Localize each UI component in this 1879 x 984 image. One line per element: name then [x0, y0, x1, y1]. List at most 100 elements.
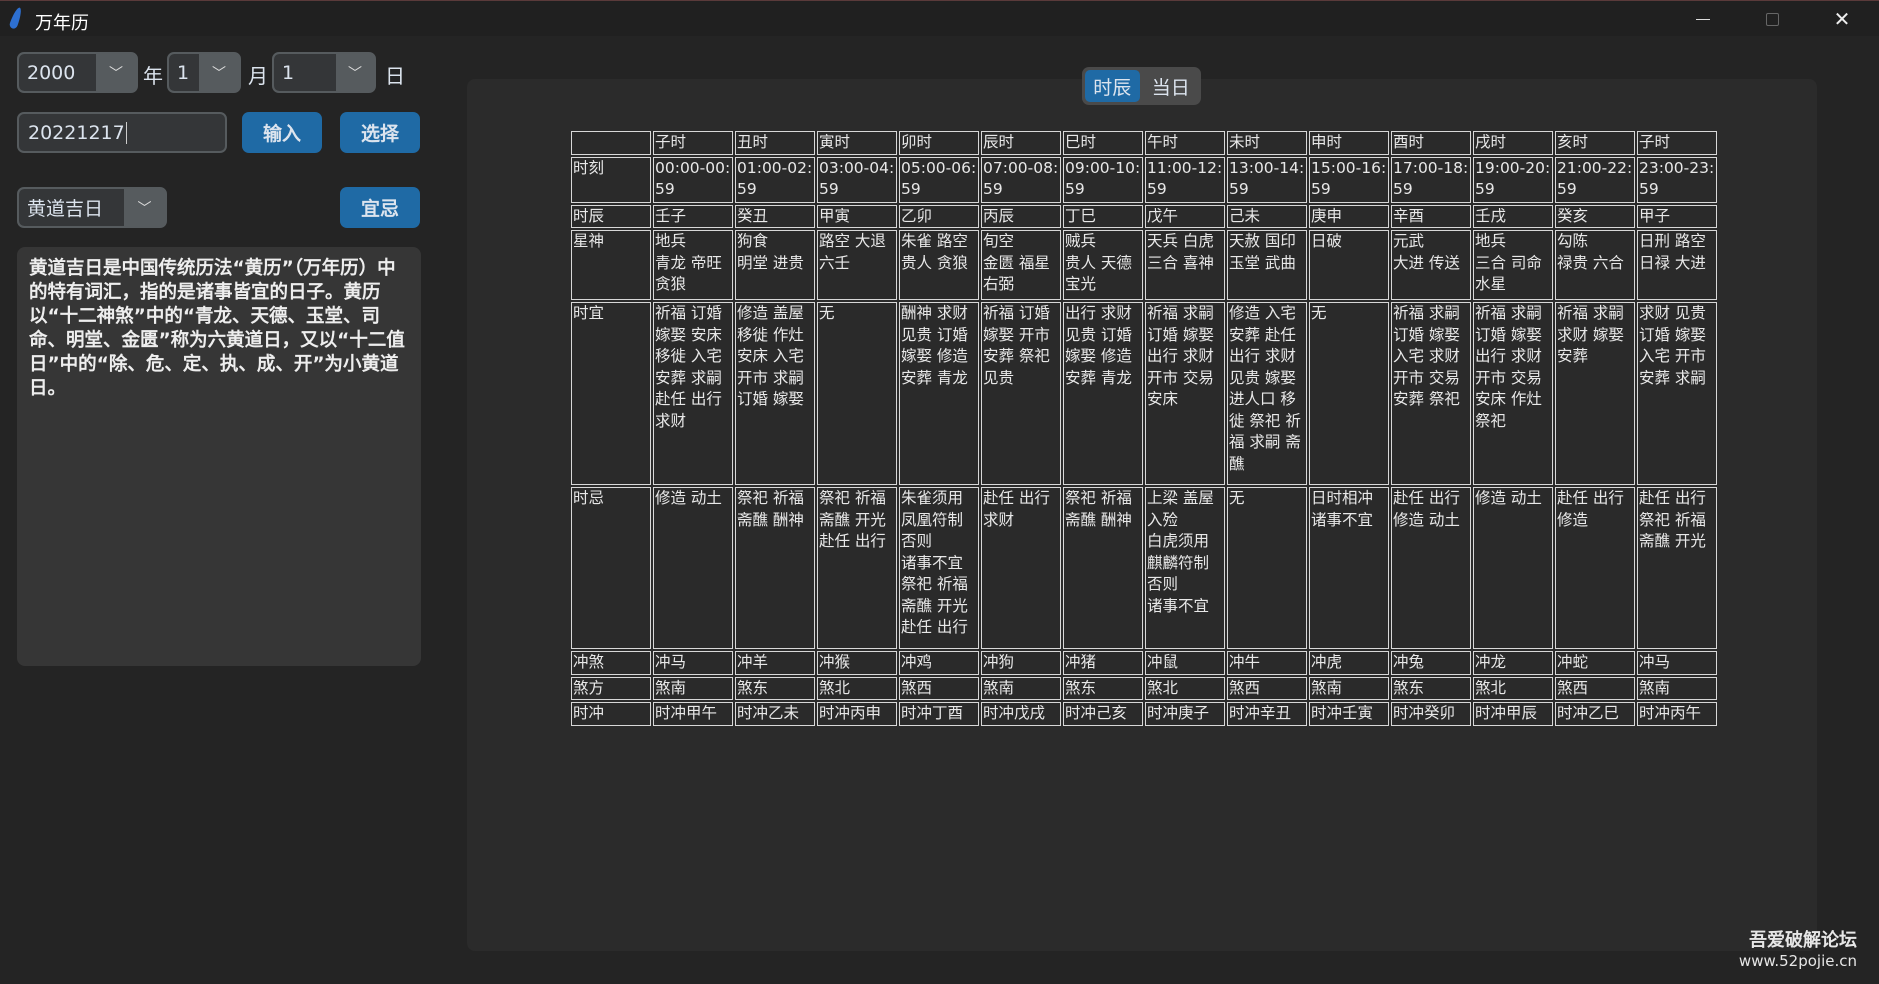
row-label: 时冲 — [571, 702, 651, 726]
table-cell: 时冲庚子 — [1145, 702, 1225, 726]
chevron-down-icon[interactable]: ﹀ — [336, 54, 374, 91]
column-header: 巳时 — [1063, 131, 1143, 155]
month-select[interactable]: 1 ﹀ — [167, 52, 241, 93]
input-button[interactable]: 输入 — [242, 112, 322, 153]
row-label: 煞方 — [571, 676, 651, 700]
table-cell: 05:00-06:59 — [899, 156, 979, 203]
yiji-button[interactable]: 宜忌 — [340, 187, 420, 228]
table-cell: 赴任 出行 求财 — [981, 487, 1061, 649]
column-header: 亥时 — [1555, 131, 1635, 155]
maximize-button[interactable] — [1742, 1, 1802, 37]
column-header: 子时 — [1637, 131, 1717, 155]
table-cell: 祈福 订婚 嫁娶 开市 安葬 祭祀 见贵 — [981, 302, 1061, 485]
column-header: 戌时 — [1473, 131, 1553, 155]
table-cell: 煞南 — [981, 676, 1061, 700]
row-label: 时宜 — [571, 302, 651, 485]
table-cell: 辛酉 — [1391, 204, 1471, 228]
table-cell: 冲马 — [1637, 651, 1717, 675]
column-header: 午时 — [1145, 131, 1225, 155]
table-cell: 时冲甲辰 — [1473, 702, 1553, 726]
day-type-select[interactable]: 黄道吉日 ﹀ — [17, 187, 167, 228]
table-row-ji: 时忌 修造 动土 祭祀 祈福 斋醮 酬神 祭祀 祈福 斋醮 开光 赴任 出行 朱雀须用凤… — [571, 487, 1717, 649]
tab-dangri[interactable]: 当日 — [1144, 70, 1199, 102]
table-cell: 丁巳 — [1063, 204, 1143, 228]
table-cell: 煞西 — [1555, 676, 1635, 700]
chevron-down-icon[interactable]: ﹀ — [96, 54, 136, 91]
table-cell: 时冲丙申 — [817, 702, 897, 726]
view-tabs: 时辰 当日 — [1082, 67, 1201, 105]
table-cell: 上梁 盖屋 入殓 白虎须用麒麟符制否则 诸事不宜 — [1145, 487, 1225, 649]
day-select[interactable]: 1 ﹀ — [272, 52, 376, 93]
table-cell: 11:00-12:59 — [1145, 156, 1225, 203]
table-cell: 元武 大进 传送 — [1391, 230, 1471, 300]
table-row-ganzhi: 时辰 壬子 癸丑 甲寅 乙卯 丙辰 丁巳 戊午 己未 庚申 辛酉 壬戌 癸亥 甲子 — [571, 204, 1717, 228]
table-cell: 地兵 三合 司命 水星 — [1473, 230, 1553, 300]
table-cell: 路空 大退 六壬 — [817, 230, 897, 300]
table-cell: 煞北 — [1145, 676, 1225, 700]
day-type-value: 黄道吉日 — [19, 189, 124, 226]
table-row-stars: 星神 地兵 青龙 帝旺 贪狼 狗食 明堂 进贵 路空 大退 六壬 朱雀 路空 贵人 贪狼… — [571, 230, 1717, 300]
column-header: 未时 — [1227, 131, 1307, 155]
year-select[interactable]: 2000 ﹀ — [17, 52, 138, 93]
table-cell: 甲寅 — [817, 204, 897, 228]
table-cell: 修造 入宅 安葬 赴任 出行 求财 见贵 嫁娶 进人口 移徙 祭祀 祈福 求嗣 … — [1227, 302, 1307, 485]
column-header: 辰时 — [981, 131, 1061, 155]
row-label: 时刻 — [571, 156, 651, 203]
tab-shichen[interactable]: 时辰 — [1085, 70, 1140, 102]
table-cell: 煞东 — [1063, 676, 1143, 700]
table-row-time: 时刻 00:00-00:59 01:00-02:59 03:00-04:59 05:00… — [571, 156, 1717, 203]
minimize-button[interactable] — [1673, 1, 1733, 37]
row-label: 时辰 — [571, 204, 651, 228]
table-row-shafang: 煞方 煞南 煞东 煞北 煞西 煞南 煞东 煞北 煞西 煞南 煞东 煞北 煞西 煞南 — [571, 676, 1717, 700]
column-header: 寅时 — [817, 131, 897, 155]
title-bar: 万年历 ✕ — [0, 0, 1879, 36]
table-cell: 09:00-10:59 — [1063, 156, 1143, 203]
chevron-down-icon[interactable]: ﹀ — [199, 54, 239, 91]
chevron-down-icon[interactable]: ﹀ — [124, 189, 165, 226]
table-row-chongsha: 冲煞 冲马 冲羊 冲猴 冲鸡 冲狗 冲猪 冲鼠 冲牛 冲虎 冲兔 冲龙 冲蛇 冲马 — [571, 651, 1717, 675]
table-cell: 修造 动土 — [1473, 487, 1553, 649]
table-cell: 煞西 — [1227, 676, 1307, 700]
column-header — [571, 131, 651, 155]
table-cell: 日破 — [1309, 230, 1389, 300]
close-button[interactable]: ✕ — [1812, 1, 1872, 37]
column-header: 酉时 — [1391, 131, 1471, 155]
table-cell: 01:00-02:59 — [735, 156, 815, 203]
table-cell: 时冲丁酉 — [899, 702, 979, 726]
table-cell: 时冲乙未 — [735, 702, 815, 726]
date-input[interactable]: 20221217 — [17, 112, 227, 153]
select-button[interactable]: 选择 — [340, 112, 420, 153]
table-cell: 日刑 路空 日禄 大进 — [1637, 230, 1717, 300]
year-unit-label: 年 — [143, 64, 163, 88]
description-textbox[interactable]: 黄道吉日是中国传统历法“黄历”（万年历）中的特有词汇，指的是诸事皆宜的日子。黄历… — [17, 247, 421, 666]
table-cell: 冲猴 — [817, 651, 897, 675]
table-cell: 无 — [817, 302, 897, 485]
watermark: 吾爱破解论坛 www.52pojie.cn — [1739, 926, 1857, 970]
table-cell: 时冲戊戌 — [981, 702, 1061, 726]
maximize-icon — [1765, 12, 1779, 26]
row-label: 时忌 — [571, 487, 651, 649]
table-cell: 出行 求财 见贵 订婚 嫁娶 修造 安葬 青龙 — [1063, 302, 1143, 485]
minimize-icon — [1696, 18, 1710, 20]
watermark-title: 吾爱破解论坛 — [1749, 930, 1857, 951]
hour-almanac-table: 子时 丑时 寅时 卯时 辰时 巳时 午时 未时 申时 酉时 戌时 亥时 子时 时刻 00:00-00:59 0… — [569, 129, 1719, 728]
text-cursor — [125, 121, 127, 144]
table-cell: 朱雀 路空 贵人 贪狼 — [899, 230, 979, 300]
table-cell: 无 — [1227, 487, 1307, 649]
table-cell: 日时相冲诸事不宜 — [1309, 487, 1389, 649]
table-cell: 壬子 — [653, 204, 733, 228]
close-icon: ✕ — [1833, 7, 1851, 31]
table-cell: 庚申 — [1309, 204, 1389, 228]
table-cell: 己未 — [1227, 204, 1307, 228]
table-cell: 冲牛 — [1227, 651, 1307, 675]
table-cell: 祭祀 祈福 斋醮 酬神 — [735, 487, 815, 649]
table-cell: 勾陈 禄贵 六合 — [1555, 230, 1635, 300]
table-cell: 贼兵 贵人 天德 宝光 — [1063, 230, 1143, 300]
table-cell: 冲羊 — [735, 651, 815, 675]
table-cell: 时冲乙巳 — [1555, 702, 1635, 726]
table-cell: 时冲壬寅 — [1309, 702, 1389, 726]
day-value: 1 — [274, 54, 336, 91]
table-cell: 癸丑 — [735, 204, 815, 228]
month-unit-label: 月 — [248, 64, 268, 88]
table-cell: 乙卯 — [899, 204, 979, 228]
